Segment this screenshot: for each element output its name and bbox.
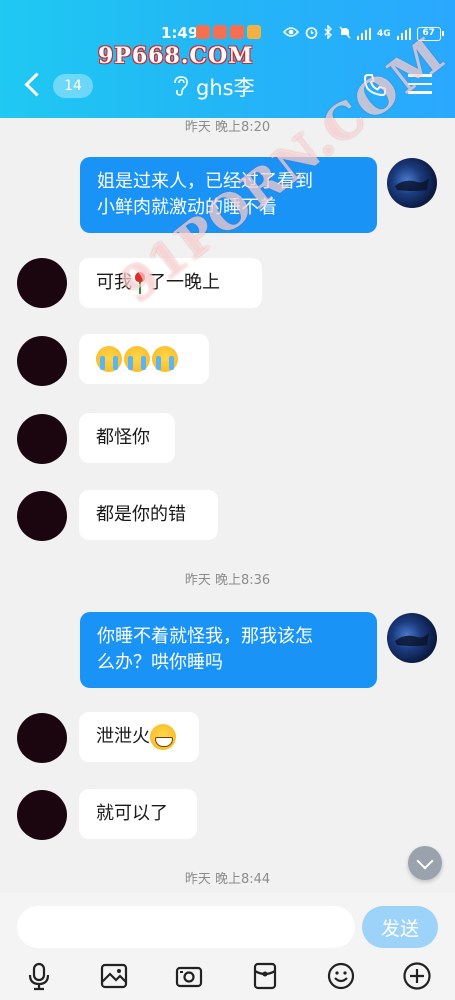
- grimacing-icon: [150, 724, 176, 750]
- unread-badge[interactable]: 14: [53, 74, 93, 98]
- contact-avatar[interactable]: [17, 491, 67, 541]
- message-text: 泄泄火: [96, 726, 150, 747]
- status-bar: 1:49 4G 67: [0, 22, 455, 44]
- loudly-crying-icon: [152, 346, 178, 372]
- outgoing-message[interactable]: 你睡不着就怪我，那我该怎 么办？哄你睡吗: [80, 612, 377, 688]
- status-time: 1:49: [161, 24, 199, 42]
- incoming-message[interactable]: 都怪你: [79, 413, 175, 463]
- timestamp: 昨天 晚上8:36: [184, 573, 271, 588]
- bluetooth-icon: [324, 24, 333, 42]
- contact-avatar[interactable]: [17, 258, 67, 308]
- incoming-message[interactable]: [79, 334, 209, 384]
- watermark-top: 9P668.COM: [98, 43, 254, 69]
- scroll-to-bottom-button[interactable]: [408, 846, 442, 880]
- incoming-message[interactable]: 就可以了: [79, 789, 197, 839]
- my-avatar[interactable]: [387, 613, 437, 663]
- loudly-crying-icon: [124, 346, 150, 372]
- plus-icon[interactable]: [402, 961, 432, 991]
- back-chevron-icon[interactable]: [24, 72, 40, 98]
- news-app-icon: [230, 25, 244, 39]
- loudly-crying-icon: [96, 346, 122, 372]
- shopping-app-icon: [213, 25, 227, 39]
- incoming-message[interactable]: 都是你的错: [79, 490, 218, 540]
- microphone-icon[interactable]: [24, 961, 54, 991]
- my-avatar[interactable]: [387, 158, 437, 208]
- mute-icon: [339, 26, 351, 42]
- network-type: 4G: [377, 28, 391, 39]
- alarm-icon: [305, 26, 318, 42]
- contact-avatar[interactable]: [17, 336, 67, 386]
- image-icon[interactable]: [99, 961, 129, 991]
- eye-icon: [282, 26, 300, 41]
- red-packet-icon[interactable]: [250, 961, 280, 991]
- notification-icons: [196, 25, 261, 39]
- contact-avatar[interactable]: [17, 414, 67, 464]
- app-notification-icon: [247, 25, 261, 39]
- send-button[interactable]: 发送: [362, 906, 438, 948]
- ear-icon: [173, 76, 189, 96]
- weibo-icon: [196, 25, 210, 39]
- incoming-message[interactable]: 泄泄火: [79, 712, 199, 762]
- contact-avatar[interactable]: [17, 713, 67, 763]
- camera-icon[interactable]: [174, 961, 204, 991]
- timestamp: 昨天 晚上8:44: [184, 872, 271, 887]
- input-area: 发送: [0, 893, 455, 1000]
- chat-title: ghs李: [196, 76, 255, 100]
- message-input[interactable]: [17, 906, 355, 948]
- signal-icon: [357, 27, 371, 40]
- emoji-icon[interactable]: [326, 961, 356, 991]
- contact-avatar[interactable]: [17, 790, 67, 840]
